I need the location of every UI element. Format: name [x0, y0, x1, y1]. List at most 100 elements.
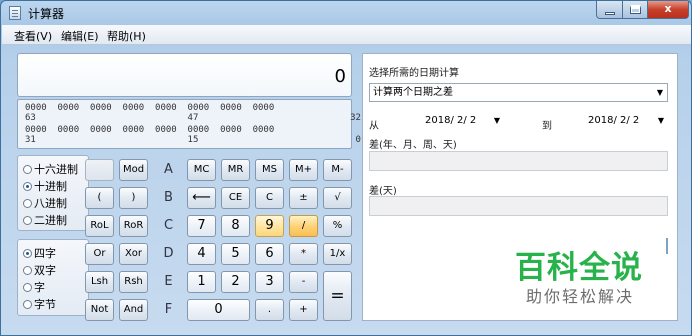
hex-d-key[interactable]: D: [154, 243, 183, 265]
number-base-group: 十六进制 十进制 八进制 二进制: [17, 155, 89, 231]
hex-c-key[interactable]: C: [154, 215, 183, 237]
clear-key[interactable]: C: [255, 187, 284, 209]
or-key[interactable]: Or: [85, 243, 114, 265]
ce-key[interactable]: CE: [221, 187, 250, 209]
add-key[interactable]: +: [289, 299, 318, 321]
diff-days-output: [369, 196, 668, 216]
reciprocal-key[interactable]: 1/x: [323, 243, 352, 265]
subtract-key[interactable]: -: [289, 271, 318, 293]
to-date-picker[interactable]: 2018/ 2/ 2 ▼: [584, 111, 669, 130]
not-key[interactable]: Not: [85, 299, 114, 321]
mr-key[interactable]: MR: [221, 159, 250, 181]
hex-e-key[interactable]: E: [154, 271, 183, 293]
radio-dot: [23, 300, 32, 309]
and-key[interactable]: And: [119, 299, 148, 321]
digit-4-key[interactable]: 4: [187, 243, 216, 265]
radio-label: 二进制: [34, 214, 67, 227]
calculator-window: 计算器 x 查看(V) 编辑(E) 帮助(H) 0 0000 0000 0000…: [0, 0, 692, 336]
radio-label: 双字: [34, 264, 56, 277]
maximize-button[interactable]: [622, 1, 648, 19]
digit-2-key[interactable]: 2: [221, 271, 250, 293]
close-button[interactable]: x: [647, 1, 689, 19]
hex-f-key[interactable]: F: [154, 299, 183, 321]
digit-9-key[interactable]: 9: [255, 215, 284, 237]
minimize-icon: [605, 12, 615, 15]
to-date-value: 2018/ 2/ 2: [588, 115, 640, 126]
mc-key[interactable]: MC: [187, 159, 216, 181]
digit-0-key[interactable]: 0: [187, 299, 250, 321]
percent-key[interactable]: %: [323, 215, 352, 237]
radio-label: 字节: [34, 298, 56, 311]
radio-dec[interactable]: 十进制: [23, 178, 67, 194]
left-paren-key[interactable]: (: [85, 187, 114, 209]
date-mode-select[interactable]: 计算两个日期之差 ▼: [369, 83, 668, 102]
digit-8-key[interactable]: 8: [221, 215, 250, 237]
radio-hex[interactable]: 十六进制: [23, 161, 78, 177]
mod-key[interactable]: Mod: [119, 159, 148, 181]
diff-ymwd-label: 差(年、月、周、天): [369, 140, 457, 151]
watermark-brand: 百科全说: [515, 250, 643, 286]
bits-row-high: 0000 0000 0000 0000 0000 0000 0000 0000: [25, 103, 275, 113]
m-minus-key[interactable]: M-: [323, 159, 352, 181]
divide-key[interactable]: /: [289, 215, 318, 237]
digit-3-key[interactable]: 3: [255, 271, 284, 293]
radio-byte[interactable]: 字节: [23, 296, 56, 312]
xor-key[interactable]: Xor: [119, 243, 148, 265]
radio-word[interactable]: 字: [23, 279, 45, 295]
scroll-indicator: [666, 238, 668, 254]
diff-ymwd-output: [369, 151, 668, 171]
date-panel-heading: 选择所需的日期计算: [369, 68, 459, 79]
radio-oct[interactable]: 八进制: [23, 195, 67, 211]
plus-minus-key[interactable]: ±: [289, 187, 318, 209]
minimize-button[interactable]: [596, 1, 623, 19]
radio-dword[interactable]: 双字: [23, 262, 56, 278]
diff-days-label: 差(天): [369, 186, 397, 197]
digit-5-key[interactable]: 5: [221, 243, 250, 265]
hex-a-key[interactable]: A: [154, 159, 183, 181]
date-mode-value: 计算两个日期之差: [373, 87, 453, 98]
multiply-key[interactable]: *: [289, 243, 318, 265]
display-value: 0: [334, 66, 346, 87]
radio-label: 四字: [34, 247, 56, 260]
radio-bin[interactable]: 二进制: [23, 212, 67, 228]
maximize-icon: [630, 5, 641, 14]
ror-key[interactable]: RoR: [119, 215, 148, 237]
title-bar[interactable]: 计算器 x: [1, 1, 691, 25]
from-date-picker[interactable]: 2018/ 2/ 2 ▼: [421, 111, 505, 130]
menu-edit[interactable]: 编辑(E): [61, 28, 99, 44]
from-date-value: 2018/ 2/ 2: [425, 115, 477, 126]
from-label: 从: [369, 121, 379, 132]
bits-index-high: 63 47 32: [25, 113, 361, 123]
dropdown-arrow-icon: ▼: [656, 88, 663, 97]
menu-bar: 查看(V) 编辑(E) 帮助(H): [2, 25, 691, 45]
blank-key[interactable]: [85, 159, 114, 181]
hex-b-key[interactable]: B: [154, 187, 183, 209]
digit-6-key[interactable]: 6: [255, 243, 284, 265]
backspace-key[interactable]: ⟵: [187, 187, 216, 209]
radio-qword[interactable]: 四字: [23, 245, 56, 261]
sqrt-key[interactable]: √: [323, 187, 352, 209]
radio-dot: [23, 249, 32, 258]
radio-label: 八进制: [34, 197, 67, 210]
rol-key[interactable]: RoL: [85, 215, 114, 237]
close-icon: x: [664, 2, 672, 15]
word-size-group: 四字 双字 字 字节: [17, 239, 89, 316]
radio-dot: [23, 216, 32, 225]
radio-dot: [23, 266, 32, 275]
calculator-app-icon: [9, 6, 21, 20]
digit-7-key[interactable]: 7: [187, 215, 216, 237]
menu-help[interactable]: 帮助(H): [107, 28, 146, 44]
digit-1-key[interactable]: 1: [187, 271, 216, 293]
rsh-key[interactable]: Rsh: [119, 271, 148, 293]
calculator-body: 0 0000 0000 0000 0000 0000 0000 0000 000…: [9, 45, 361, 335]
equals-key[interactable]: =: [323, 271, 352, 321]
lsh-key[interactable]: Lsh: [85, 271, 114, 293]
radio-label: 十六进制: [34, 163, 78, 176]
ms-key[interactable]: MS: [255, 159, 284, 181]
window-title: 计算器: [28, 7, 65, 21]
decimal-key[interactable]: .: [255, 299, 284, 321]
right-paren-key[interactable]: ): [119, 187, 148, 209]
bits-row-low: 0000 0000 0000 0000 0000 0000 0000 0000: [25, 125, 275, 135]
menu-view[interactable]: 查看(V): [14, 28, 52, 44]
m-plus-key[interactable]: M+: [289, 159, 318, 181]
